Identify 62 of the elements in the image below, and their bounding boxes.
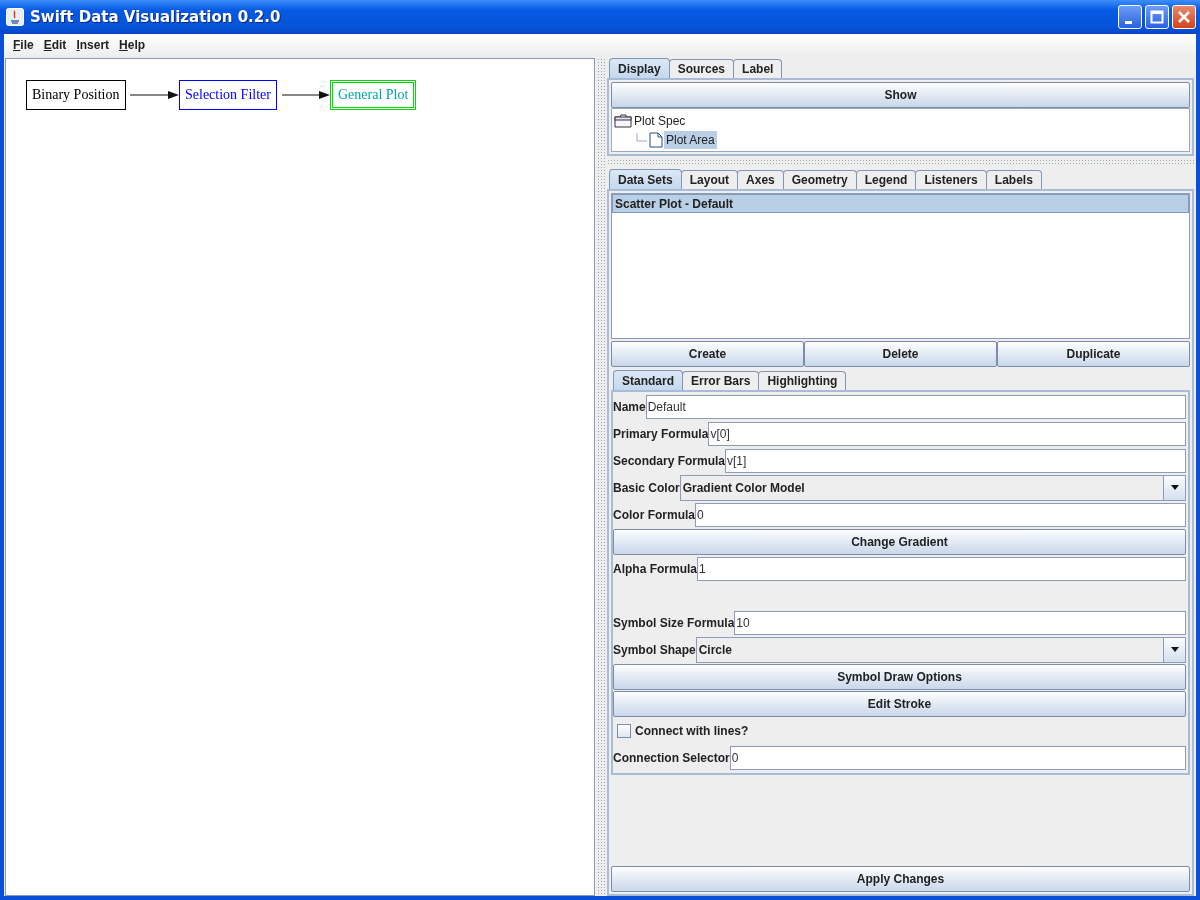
menu-item[interactable]: Edit xyxy=(38,38,72,52)
action-button[interactable]: Symbol Draw Options xyxy=(613,664,1186,690)
app-icon xyxy=(6,8,24,26)
splitter-handle[interactable] xyxy=(607,159,1194,166)
apply-button[interactable]: Apply Changes xyxy=(611,866,1190,892)
tab[interactable]: Standard xyxy=(613,370,683,390)
text-field[interactable]: Default xyxy=(645,395,1186,419)
dropdown[interactable]: Circle xyxy=(695,637,1186,663)
checkbox[interactable] xyxy=(617,724,631,738)
action-button[interactable]: Edit Stroke xyxy=(613,691,1186,717)
diagram-node[interactable]: Selection Filter xyxy=(179,80,277,110)
tab[interactable]: Legend xyxy=(855,170,917,189)
menu-item[interactable]: Help xyxy=(114,38,151,52)
tab[interactable]: Data Sets xyxy=(609,169,682,189)
connector-arrow xyxy=(282,90,330,100)
dropdown[interactable]: Gradient Color Model xyxy=(679,475,1186,501)
tree-item[interactable]: Plot Area xyxy=(664,130,717,149)
field-label: Symbol Size Formula xyxy=(613,616,735,630)
menu-item[interactable]: Insert xyxy=(71,38,115,52)
caret-icon[interactable] xyxy=(1163,476,1185,500)
maximize-icon xyxy=(1150,10,1164,24)
tab[interactable]: Labels xyxy=(985,170,1042,189)
caret-icon[interactable] xyxy=(1163,638,1185,662)
text-field[interactable]: v[1] xyxy=(725,449,1186,473)
field-label: Symbol Shape xyxy=(613,643,696,657)
checkbox-label: Connect with lines? xyxy=(635,724,749,738)
field-label: Connection Selector xyxy=(613,751,730,765)
minimize-button[interactable] xyxy=(1118,5,1142,29)
action-button[interactable]: Change Gradient xyxy=(613,529,1186,555)
text-field[interactable]: 1 xyxy=(697,557,1186,581)
tree-item[interactable]: Plot Spec xyxy=(632,111,688,130)
field-label: Primary Formula xyxy=(613,427,709,441)
document-icon xyxy=(648,131,664,148)
folder-icon xyxy=(614,113,632,128)
action-button[interactable]: Duplicate xyxy=(997,341,1190,367)
text-field[interactable]: v[0] xyxy=(708,422,1186,446)
window-title: Swift Data Visualization 0.2.0 xyxy=(30,8,282,26)
tab[interactable]: Layout xyxy=(680,170,739,189)
text-field[interactable]: 0 xyxy=(695,503,1186,527)
minimize-icon xyxy=(1124,20,1132,24)
field-label: Color Formula xyxy=(613,508,695,522)
action-button[interactable]: Create xyxy=(611,341,804,367)
connector-arrow xyxy=(130,90,179,100)
field-label: Alpha Formula xyxy=(613,562,697,576)
field-label: Basic Color xyxy=(613,481,680,495)
tab[interactable]: Highlighting xyxy=(758,371,847,390)
action-button[interactable]: Delete xyxy=(804,341,997,367)
tab[interactable]: Label xyxy=(733,59,783,78)
splitter-handle[interactable] xyxy=(597,58,605,896)
close-button[interactable] xyxy=(1172,5,1196,29)
field-label: Name xyxy=(613,400,646,414)
menu-item[interactable]: File xyxy=(8,38,39,52)
tab[interactable]: Display xyxy=(609,58,670,78)
close-icon xyxy=(1177,10,1191,24)
maximize-button[interactable] xyxy=(1145,5,1169,29)
show-button[interactable]: Show xyxy=(611,82,1190,108)
tab[interactable]: Geometry xyxy=(782,170,857,189)
text-field[interactable]: 10 xyxy=(734,611,1186,635)
diagram-node[interactable]: Binary Position xyxy=(26,80,126,110)
text-field[interactable]: 0 xyxy=(729,746,1186,770)
field-label: Secondary Formula xyxy=(613,454,726,468)
list-item[interactable]: Scatter Plot - Default xyxy=(612,194,1189,213)
